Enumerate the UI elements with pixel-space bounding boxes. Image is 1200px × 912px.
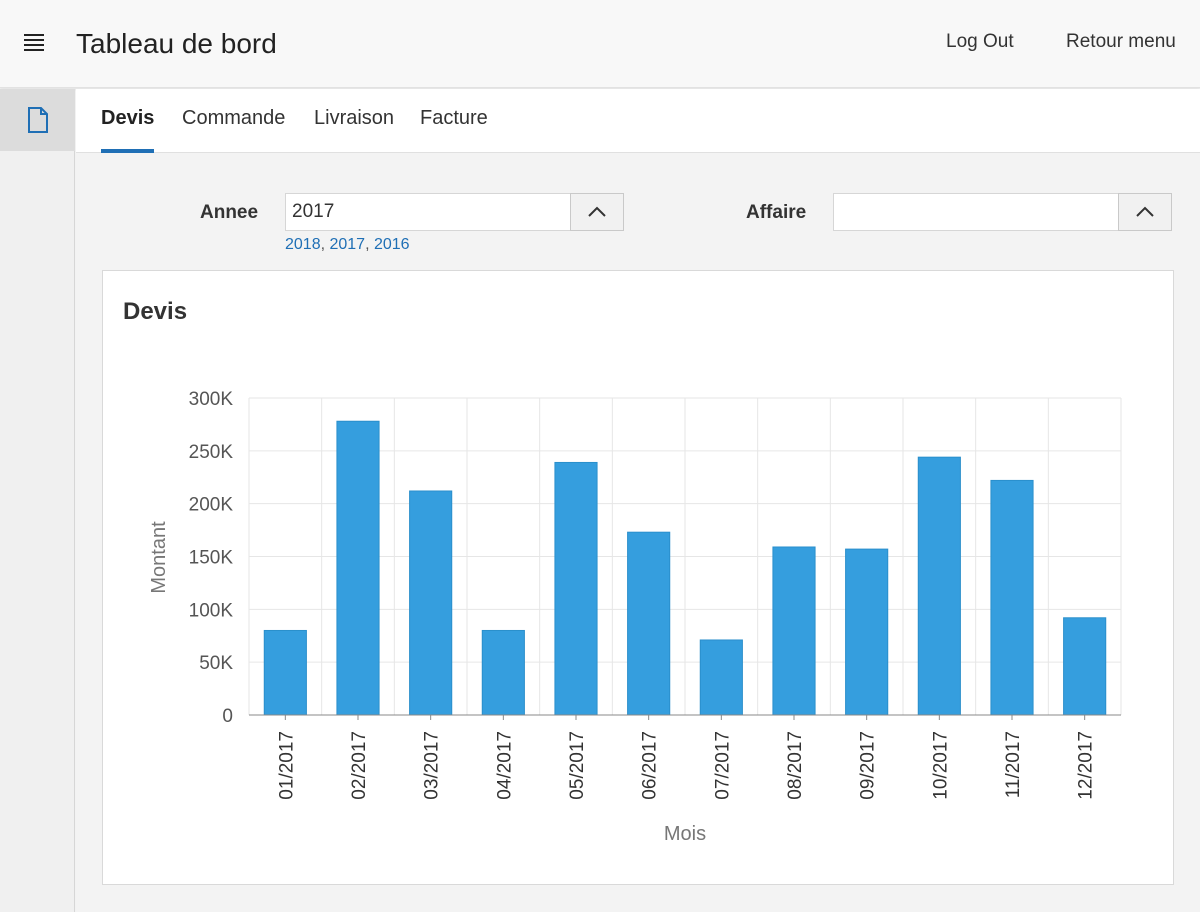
y-tick-label: 300K: [189, 389, 234, 410]
bar-12-2017: [1063, 617, 1107, 716]
bar-05-2017: [554, 461, 598, 716]
page-title: Tableau de bord: [76, 28, 277, 59]
bar-09-2017: [845, 548, 889, 716]
suggestion-2017[interactable]: 2017: [329, 236, 365, 253]
tab-bar: Devis Commande Livraison Facture: [76, 89, 1200, 153]
x-tick-label: 11/2017: [1003, 731, 1024, 798]
document-icon: [27, 107, 48, 133]
x-tick-label: 03/2017: [422, 731, 443, 800]
bar-02-2017: [336, 420, 380, 716]
tab-commande[interactable]: Commande: [182, 107, 285, 153]
affaire-input[interactable]: [833, 193, 1119, 231]
menu-icon[interactable]: [24, 34, 48, 56]
chart-card: Devis 0 50K 100K 150K 200K 250K 300K 01/2017 02/…: [102, 270, 1174, 885]
x-axis-title: Mois: [664, 823, 706, 845]
x-tick-label: 02/2017: [349, 731, 370, 800]
x-tick-label: 07/2017: [712, 731, 733, 800]
bar-06-2017: [627, 531, 671, 716]
bar-01-2017: [263, 629, 307, 716]
y-tick-label: 0: [222, 706, 233, 727]
x-tick-label: 10/2017: [930, 731, 951, 800]
tab-livraison[interactable]: Livraison: [314, 107, 394, 153]
logout-link[interactable]: Log Out: [946, 31, 1014, 53]
chevron-up-icon: [1136, 206, 1154, 217]
y-tick-label: 100K: [189, 600, 234, 621]
y-tick-label: 250K: [189, 442, 234, 463]
suggestion-2016[interactable]: 2016: [374, 236, 410, 253]
chevron-up-icon: [588, 206, 606, 217]
bar-07-2017: [699, 639, 743, 716]
x-tick-label: 08/2017: [785, 731, 806, 800]
affaire-label: Affaire: [746, 202, 807, 223]
bar-08-2017: [772, 546, 816, 716]
y-tick-label: 200K: [189, 495, 234, 516]
bar-03-2017: [409, 490, 453, 716]
app-header: Tableau de bord Log Out Retour menu: [0, 0, 1200, 88]
annee-suggestions: 2018, 2017, 2016: [285, 236, 410, 254]
y-tick-label: 150K: [189, 548, 234, 569]
x-tick-label: 01/2017: [276, 731, 297, 800]
tab-facture[interactable]: Facture: [420, 107, 488, 153]
bar-10-2017: [917, 456, 961, 716]
y-axis-title: Montant: [148, 521, 170, 594]
side-rail: [0, 89, 75, 912]
affaire-toggle-button[interactable]: [1118, 193, 1172, 231]
x-tick-label: 12/2017: [1076, 731, 1097, 800]
x-tick-label: 05/2017: [567, 731, 588, 800]
bar-11-2017: [990, 479, 1034, 716]
retour-menu-link[interactable]: Retour menu: [1066, 31, 1176, 53]
y-tick-label: 50K: [199, 653, 233, 674]
x-tick-label: 06/2017: [640, 731, 661, 800]
suggestion-2018[interactable]: 2018: [285, 236, 321, 253]
annee-input[interactable]: [285, 193, 571, 231]
sidebar-item-devis[interactable]: [0, 89, 75, 151]
tab-devis[interactable]: Devis: [101, 107, 155, 153]
suggestion-separator: ,: [365, 236, 374, 253]
bar-04-2017: [481, 629, 525, 716]
x-tick-label: 04/2017: [494, 731, 515, 800]
x-tick-label: 09/2017: [858, 731, 879, 800]
bar-chart: 0 50K 100K 150K 200K 250K 300K 01/2017 02/2017 03…: [148, 389, 1122, 845]
annee-label: Annee: [200, 202, 259, 223]
annee-toggle-button[interactable]: [570, 193, 624, 231]
